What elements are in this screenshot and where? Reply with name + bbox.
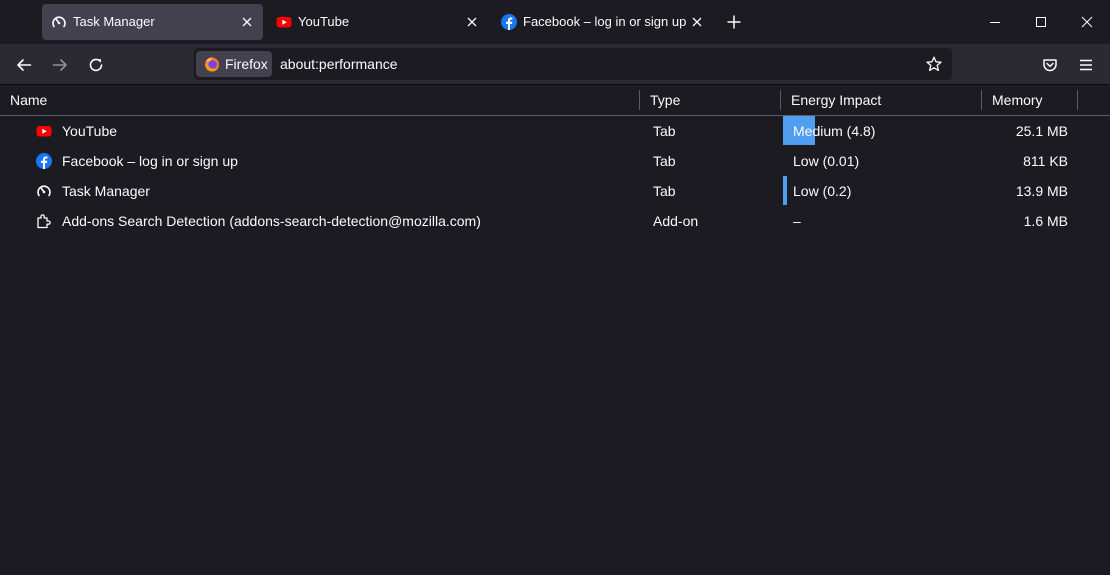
process-name: Add-ons Search Detection (addons-search-… (62, 213, 481, 229)
tab-title: YouTube (298, 14, 350, 29)
menu-button[interactable] (1071, 50, 1101, 80)
nav-bar: Firefox about:performance (0, 44, 1110, 85)
column-header-type[interactable]: Type (650, 92, 680, 108)
tab-title: Facebook – log in or sign up (523, 14, 687, 29)
plus-icon (727, 15, 741, 29)
firefox-logo-icon (205, 57, 219, 72)
process-name: Facebook – log in or sign up (62, 153, 238, 169)
process-type: Tab (653, 183, 676, 199)
bookmark-star-icon[interactable] (926, 56, 942, 72)
process-name: YouTube (62, 123, 118, 139)
url-bar[interactable]: Firefox about:performance (194, 48, 952, 80)
table-row[interactable]: Facebook – log in or sign up Tab Low (0.… (0, 146, 1110, 176)
table-row[interactable]: Add-ons Search Detection (addons-search-… (0, 206, 1110, 236)
identity-box[interactable]: Firefox (196, 51, 272, 77)
column-header-energy[interactable]: Energy Impact (791, 92, 881, 108)
energy-impact-value: Low (0.2) (793, 183, 852, 199)
gauge-icon (52, 16, 66, 28)
reload-icon (89, 58, 103, 72)
puzzle-icon (37, 214, 51, 229)
forward-button[interactable] (45, 50, 75, 80)
new-tab-button[interactable] (722, 10, 746, 34)
back-button[interactable] (9, 50, 39, 80)
tab-title: Task Manager (73, 14, 155, 29)
close-tab-icon[interactable] (687, 12, 707, 32)
process-table: Name Type Energy Impact Memory YouTube T… (0, 85, 1110, 236)
tab-task-manager[interactable]: Task Manager (42, 4, 263, 40)
energy-impact-value: Low (0.01) (793, 153, 860, 169)
memory-value: 13.9 MB (1015, 183, 1068, 199)
close-window-button[interactable] (1064, 0, 1110, 44)
close-tab-icon[interactable] (462, 12, 482, 32)
arrow-left-icon (17, 59, 32, 71)
memory-value: 1.6 MB (1023, 213, 1068, 229)
url-text[interactable]: about:performance (280, 56, 398, 72)
column-divider[interactable] (780, 90, 781, 110)
tab-facebook[interactable]: Facebook – log in or sign up (492, 4, 713, 40)
close-icon (1081, 16, 1093, 28)
column-divider[interactable] (1077, 90, 1078, 110)
minimize-icon (990, 22, 1000, 23)
energy-impact-value: – (793, 213, 801, 229)
process-name: Task Manager (62, 183, 150, 199)
column-header-memory[interactable]: Memory (992, 92, 1043, 108)
identity-label: Firefox (225, 56, 268, 72)
tab-youtube[interactable]: YouTube (267, 4, 488, 40)
hamburger-menu-icon (1080, 59, 1092, 71)
table-header: Name Type Energy Impact Memory (0, 85, 1110, 116)
maximize-button[interactable] (1018, 0, 1064, 44)
memory-value: 25.1 MB (1015, 123, 1068, 139)
memory-value: 811 KB (1023, 153, 1068, 169)
youtube-icon (276, 17, 292, 28)
arrow-right-icon (52, 59, 67, 71)
process-type: Tab (653, 153, 676, 169)
gauge-icon (37, 185, 51, 197)
process-type: Tab (653, 123, 676, 139)
table-row[interactable]: Task Manager Tab Low (0.2) 13.9 MB (0, 176, 1110, 206)
reload-button[interactable] (81, 50, 111, 80)
close-tab-icon[interactable] (237, 12, 257, 32)
table-row[interactable]: YouTube Tab Medium (4.8) 25.1 MB (0, 116, 1110, 146)
column-header-name[interactable]: Name (10, 92, 47, 108)
energy-impact-bar (783, 176, 787, 205)
youtube-icon (36, 126, 52, 137)
column-divider[interactable] (981, 90, 982, 110)
tab-strip: Task Manager YouTube Facebook – log in o… (0, 0, 1110, 44)
energy-impact-value: Medium (4.8) (793, 123, 876, 139)
pocket-button[interactable] (1035, 50, 1065, 80)
facebook-icon (501, 14, 517, 30)
column-divider[interactable] (639, 90, 640, 110)
process-type: Add-on (653, 213, 699, 229)
pocket-icon (1043, 59, 1057, 72)
facebook-icon (36, 153, 52, 169)
minimize-button[interactable] (972, 0, 1018, 44)
maximize-icon (1036, 17, 1046, 27)
